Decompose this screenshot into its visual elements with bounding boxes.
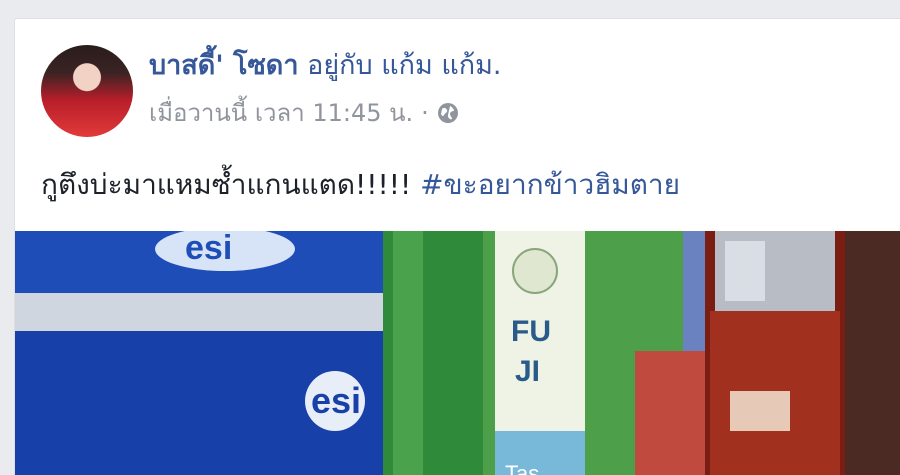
name-line: บาสดี้' โซดา อยู่กับ แก้ม แก้ม. [149,49,502,83]
avatar[interactable] [41,45,133,137]
post-header: บาสดี้' โซดา อยู่กับ แก้ม แก้ม. เมื่อวาน… [41,45,502,145]
tagged-name[interactable]: แก้ม แก้ม. [381,50,501,81]
header-text: บาสดี้' โซดา อยู่กับ แก้ม แก้ม. เมื่อวาน… [149,45,502,127]
post-photo[interactable]: esi esi FU JI Tas [15,231,900,475]
globe-icon[interactable] [437,102,459,124]
cooler-logo-top: esi [185,231,232,267]
meta-separator: · [421,99,429,127]
hashtag-link[interactable]: #ขะอยากข้าวฮิมตาย [420,168,680,201]
cooler-logo: esi [311,380,361,421]
author-name[interactable]: บาสดี้' โซดา [149,50,299,81]
bottle-label-line-1: FU [511,315,551,348]
with-text: อยู่กับ [307,50,373,81]
meta-line: เมื่อวานนี้ เวลา 11:45 น. · [149,99,502,127]
bottle-label-bottom: Tas [505,461,539,475]
post-text: กูตึงบ่ะมาแหมซ้ำแกนแตด!!!!! #ขะอยากข้าวฮ… [41,167,680,203]
post-card: บาสดี้' โซดา อยู่กับ แก้ม แก้ม. เมื่อวาน… [14,18,900,475]
post-message: กูตึงบ่ะมาแหมซ้ำแกนแตด!!!!! [41,168,421,201]
post-timestamp[interactable]: เมื่อวานนี้ เวลา 11:45 น. [149,99,413,127]
bottle-label-line-2: JI [515,355,540,388]
